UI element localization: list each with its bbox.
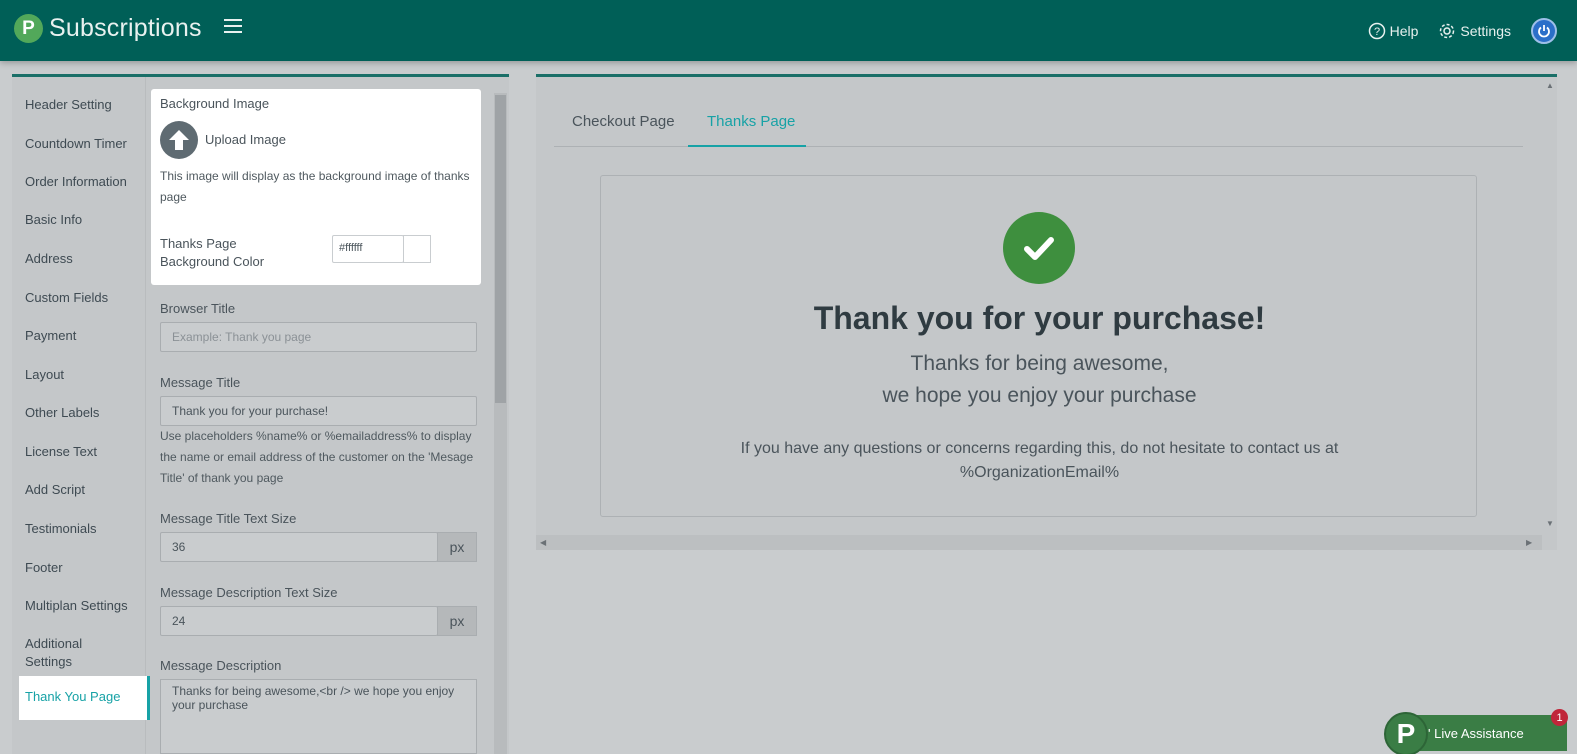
scroll-left-icon[interactable]: ◀	[540, 538, 546, 547]
bg-color-input[interactable]: #ffffff	[332, 235, 404, 263]
checkmark-icon	[1003, 212, 1075, 284]
svg-text:?: ?	[1374, 26, 1380, 38]
thanks-note-line2: %OrganizationEmail%	[959, 464, 1120, 481]
thanks-note-line1: If you have any questions or concerns re…	[740, 440, 1339, 457]
scroll-down-icon[interactable]: ▼	[1546, 519, 1554, 528]
scrollbar-thumb[interactable]	[495, 95, 506, 403]
live-assistance-widget[interactable]: ' Live Assistance P 1	[1384, 709, 1568, 754]
browser-title-input[interactable]: Example: Thank you page	[160, 322, 477, 352]
bg-color-label: Thanks Page Background Color	[160, 236, 265, 269]
settings-label: Settings	[1460, 22, 1511, 39]
help-link[interactable]: ? Help	[1368, 22, 1419, 40]
sidebar-item-order-information[interactable]: Order Information	[25, 173, 127, 191]
form-scrollbar[interactable]	[494, 93, 507, 754]
sidebar-item-custom-fields[interactable]: Custom Fields	[25, 289, 108, 307]
active-tab-indicator	[688, 145, 806, 147]
title-size-input[interactable]: 36	[160, 532, 438, 562]
help-icon: ?	[1368, 22, 1385, 39]
bg-color-swatch[interactable]	[403, 235, 431, 263]
sidebar-item-header-setting[interactable]: Header Setting	[25, 96, 112, 114]
preview-horizontal-scrollbar[interactable]: ◀ ▶	[536, 535, 1542, 550]
title-size-unit: px	[437, 532, 477, 562]
sidebar-item-add-script[interactable]: Add Script	[25, 481, 85, 499]
tab-thanks-page[interactable]: Thanks Page	[707, 113, 795, 130]
thanks-desc-line2: we hope you enjoy your purchase	[882, 384, 1197, 407]
browser-title-label: Browser Title	[160, 301, 236, 316]
menu-icon[interactable]	[224, 19, 242, 35]
thanks-desc-line1: Thanks for being awesome,	[910, 352, 1169, 375]
live-assistance-label[interactable]: ' Live Assistance	[1404, 715, 1567, 751]
settings-sidebar: Header Setting Countdown Timer Order Inf…	[12, 77, 146, 754]
upload-image-link[interactable]: Upload Image	[205, 132, 286, 147]
top-actions: ? Help Settings	[1368, 0, 1577, 61]
power-button[interactable]	[1531, 17, 1557, 44]
desc-size-label: Message Description Text Size	[160, 585, 338, 600]
arrow-up-icon	[169, 130, 189, 150]
gear-icon	[1440, 23, 1455, 38]
preview-vertical-scrollbar[interactable]: ▲ ▼	[1542, 77, 1557, 539]
help-label: Help	[1389, 22, 1419, 39]
title-size-label: Message Title Text Size	[160, 511, 297, 526]
sidebar-item-countdown-timer[interactable]: Countdown Timer	[25, 135, 127, 153]
message-title-help: Use placeholders %name% or %emailaddress…	[160, 429, 474, 485]
scroll-up-icon[interactable]: ▲	[1546, 81, 1554, 90]
sidebar-item-other-labels[interactable]: Other Labels	[25, 404, 99, 422]
power-icon	[1538, 24, 1550, 37]
upload-button[interactable]	[160, 121, 198, 159]
notification-badge: 1	[1551, 709, 1568, 726]
preview-panel: Checkout Page Thanks Page Thank you for …	[536, 74, 1557, 550]
sidebar-item-basic-info[interactable]: Basic Info	[25, 211, 82, 229]
sidebar-item-thank-you-page[interactable]: Thank You Page	[19, 676, 150, 720]
brand-logo: P	[14, 14, 43, 43]
thanks-description: Thanks for being awesome, we hope you en…	[601, 348, 1478, 412]
thanks-title: Thank you for your purchase!	[813, 300, 1266, 336]
desc-size-unit: px	[437, 606, 477, 636]
thanks-contact-note: If you have any questions or concerns re…	[601, 437, 1478, 485]
desc-size-input[interactable]: 24	[160, 606, 438, 636]
sidebar-item-additional-settings[interactable]: Additional Settings	[25, 635, 120, 671]
sidebar-item-license-text[interactable]: License Text	[25, 443, 97, 461]
message-desc-textarea[interactable]: Thanks for being awesome,<br /> we hope …	[160, 679, 477, 754]
app-title: Subscriptions	[49, 14, 202, 42]
bg-image-help: This image will display as the backgroun…	[160, 169, 470, 204]
top-bar: P Subscriptions ? Help Settings	[0, 0, 1577, 61]
scroll-right-icon[interactable]: ▶	[1526, 538, 1532, 547]
sidebar-item-address[interactable]: Address	[25, 250, 73, 268]
sidebar-item-layout[interactable]: Layout	[25, 366, 64, 384]
sidebar-item-payment[interactable]: Payment	[25, 327, 76, 345]
message-title-label: Message Title	[160, 375, 241, 390]
settings-link[interactable]: Settings	[1438, 22, 1511, 40]
message-title-input[interactable]: Thank you for your purchase!	[160, 396, 477, 426]
sidebar-item-multiplan-settings[interactable]: Multiplan Settings	[25, 597, 128, 615]
live-assistance-logo[interactable]: P	[1384, 712, 1428, 754]
thanks-preview-card: Thank you for your purchase! Thanks for …	[600, 175, 1477, 517]
sidebar-item-footer[interactable]: Footer	[25, 559, 63, 577]
sidebar-item-testimonials[interactable]: Testimonials	[25, 520, 97, 538]
tab-checkout-page[interactable]: Checkout Page	[572, 113, 675, 130]
message-desc-label: Message Description	[160, 658, 282, 673]
bg-image-label: Background Image	[160, 96, 270, 111]
brand[interactable]: P Subscriptions	[14, 14, 202, 43]
